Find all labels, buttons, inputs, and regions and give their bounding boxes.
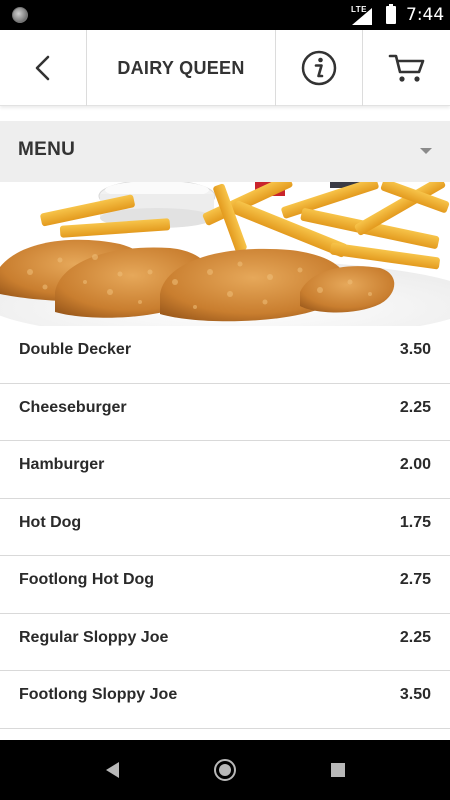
menu-item-name: Footlong Sloppy Joe [19, 686, 178, 703]
menu-dropdown-label: MENU [18, 139, 76, 160]
chevron-left-icon [35, 55, 50, 81]
menu-item-price: 3.50 [399, 341, 431, 358]
status-time: 7:44 [406, 5, 445, 25]
battery-icon [386, 4, 396, 24]
menu-item-price: 2.25 [399, 628, 431, 646]
menu-item[interactable]: Footlong Hot Dog 2.75 [0, 556, 450, 614]
menu-item-price: 2.75 [399, 571, 431, 588]
menu-item-name: Footlong Hot Dog [19, 571, 155, 588]
menu-item[interactable]: Cheeseburger 2.25 [0, 384, 450, 441]
network-type: LTE [351, 5, 368, 14]
menu-item[interactable]: Regular Sloppy Joe 2.25 [0, 614, 450, 671]
page-title: DAIRY QUEEN [117, 57, 245, 78]
info-circle-icon [301, 50, 337, 86]
cart-icon [388, 54, 424, 82]
menu-item[interactable]: Hot Dog 1.75 [0, 499, 450, 556]
menu-item-name: Hot Dog [19, 513, 82, 531]
menu-item-price: 3.50 [399, 686, 431, 703]
menu-item[interactable]: Double Decker 3.50 [0, 326, 450, 384]
cart-button[interactable] [363, 30, 450, 106]
back-button[interactable] [0, 30, 87, 106]
system-nav-bar [0, 740, 450, 800]
menu-banner-image [0, 182, 450, 326]
status-bar: LTE 7:44 [0, 0, 450, 30]
menu-item[interactable]: Hamburger 2.00 [0, 441, 450, 499]
menu-list: Double Decker 3.50 Cheeseburger 2.25 Ham… [0, 326, 450, 729]
chicken-strips-and-fries-photo [0, 182, 450, 326]
menu-item[interactable]: Footlong Sloppy Joe 3.50 [0, 671, 450, 729]
menu-item-name: Regular Sloppy Joe [19, 628, 169, 646]
menu-dropdown[interactable]: MENU [0, 121, 450, 182]
menu-item-name: Hamburger [19, 456, 105, 473]
menu-item-price: 1.75 [399, 513, 431, 531]
menu-item-price: 2.00 [399, 456, 431, 473]
store-title: DAIRY QUEEN [87, 30, 276, 106]
nav-home-icon[interactable] [214, 759, 236, 781]
menu-item-price: 2.25 [399, 398, 431, 416]
notification-icon [12, 7, 28, 23]
info-button[interactable] [276, 30, 363, 106]
menu-item-name: Cheeseburger [19, 398, 127, 416]
menu-item-name: Double Decker [19, 341, 132, 358]
nav-recents-icon[interactable] [331, 763, 345, 777]
caret-down-icon [420, 148, 432, 154]
app-header: DAIRY QUEEN [0, 30, 450, 106]
nav-back-icon[interactable] [106, 762, 119, 778]
